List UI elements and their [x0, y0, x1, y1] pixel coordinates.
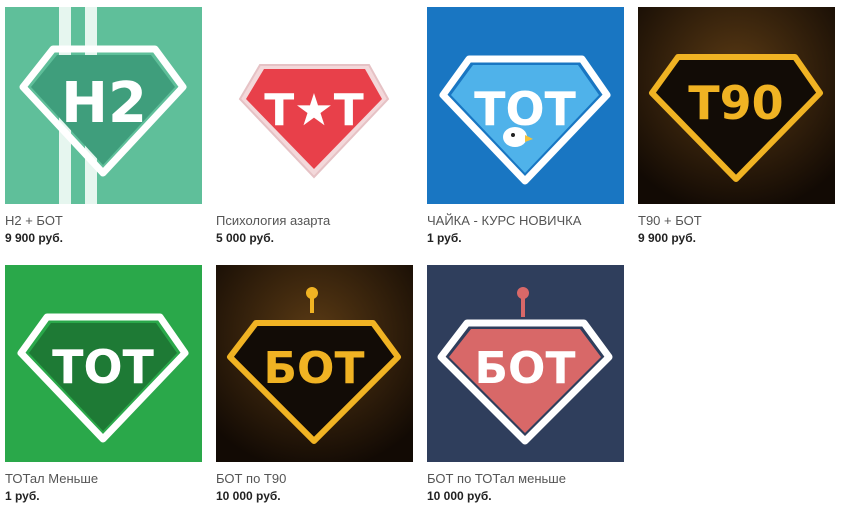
product-image[interactable]: H2 — [5, 7, 202, 204]
product-card-psychology[interactable]: T★T Психология азарта 5 000 руб. — [216, 7, 413, 265]
product-price: 9 900 руб. — [5, 231, 63, 245]
logo-text: TOT — [52, 340, 154, 394]
product-image[interactable]: TOT — [427, 7, 624, 204]
product-title[interactable]: T90 + БОТ — [638, 213, 835, 229]
product-image[interactable]: БОТ — [427, 265, 624, 462]
product-price: 1 руб. — [5, 489, 40, 503]
product-title[interactable]: Психология азарта — [216, 213, 413, 229]
product-price: 5 000 руб. — [216, 231, 274, 245]
product-title[interactable]: БОТ по T90 — [216, 471, 413, 487]
logo-text: БОТ — [475, 343, 576, 394]
product-card-bot-t90[interactable]: БОТ БОТ по T90 10 000 руб. — [216, 265, 413, 523]
product-price: 10 000 руб. — [216, 489, 281, 503]
product-card-h2-bot[interactable]: H2 H2 + БОТ 9 900 руб. — [5, 7, 202, 265]
bot-gold-logo-icon: БОТ — [216, 265, 413, 462]
logo-text: H2 — [61, 71, 147, 136]
tot-logo-icon: TOT — [5, 265, 202, 462]
tot-seagull-logo-icon: TOT — [427, 7, 624, 204]
logo-text: T90 — [688, 76, 783, 130]
product-image[interactable]: БОТ — [216, 265, 413, 462]
product-card-chaika[interactable]: TOT ЧАЙКА - КУРС НОВИЧКА 1 руб. — [427, 7, 624, 265]
product-card-t90-bot[interactable]: T90 T90 + БОТ 9 900 руб. — [638, 7, 835, 265]
product-image[interactable]: T90 — [638, 7, 835, 204]
t90-logo-icon: T90 — [638, 7, 835, 204]
product-image[interactable]: TOT — [5, 265, 202, 462]
product-title[interactable]: ТОТал Меньше — [5, 471, 202, 487]
product-price: 9 900 руб. — [638, 231, 696, 245]
logo-text: TOT — [474, 82, 576, 136]
product-card-total-less[interactable]: TOT ТОТал Меньше 1 руб. — [5, 265, 202, 523]
product-image[interactable]: T★T — [216, 7, 413, 204]
tot-star-logo-icon: T★T — [216, 7, 413, 204]
product-title[interactable]: БОТ по ТОТал меньше — [427, 471, 624, 487]
product-title[interactable]: ЧАЙКА - КУРС НОВИЧКА — [427, 213, 624, 229]
bot-red-logo-icon: БОТ — [427, 265, 624, 462]
product-grid: H2 H2 + БОТ 9 900 руб. T★T Психология аз… — [5, 7, 835, 523]
product-card-bot-total-less[interactable]: БОТ БОТ по ТОТал меньше 10 000 руб. — [427, 265, 624, 523]
product-price: 10 000 руб. — [427, 489, 492, 503]
logo-text: БОТ — [264, 343, 365, 394]
h2-logo-icon: H2 — [5, 7, 202, 204]
product-price: 1 руб. — [427, 231, 462, 245]
logo-text: T★T — [264, 85, 363, 136]
product-title[interactable]: H2 + БОТ — [5, 213, 202, 229]
